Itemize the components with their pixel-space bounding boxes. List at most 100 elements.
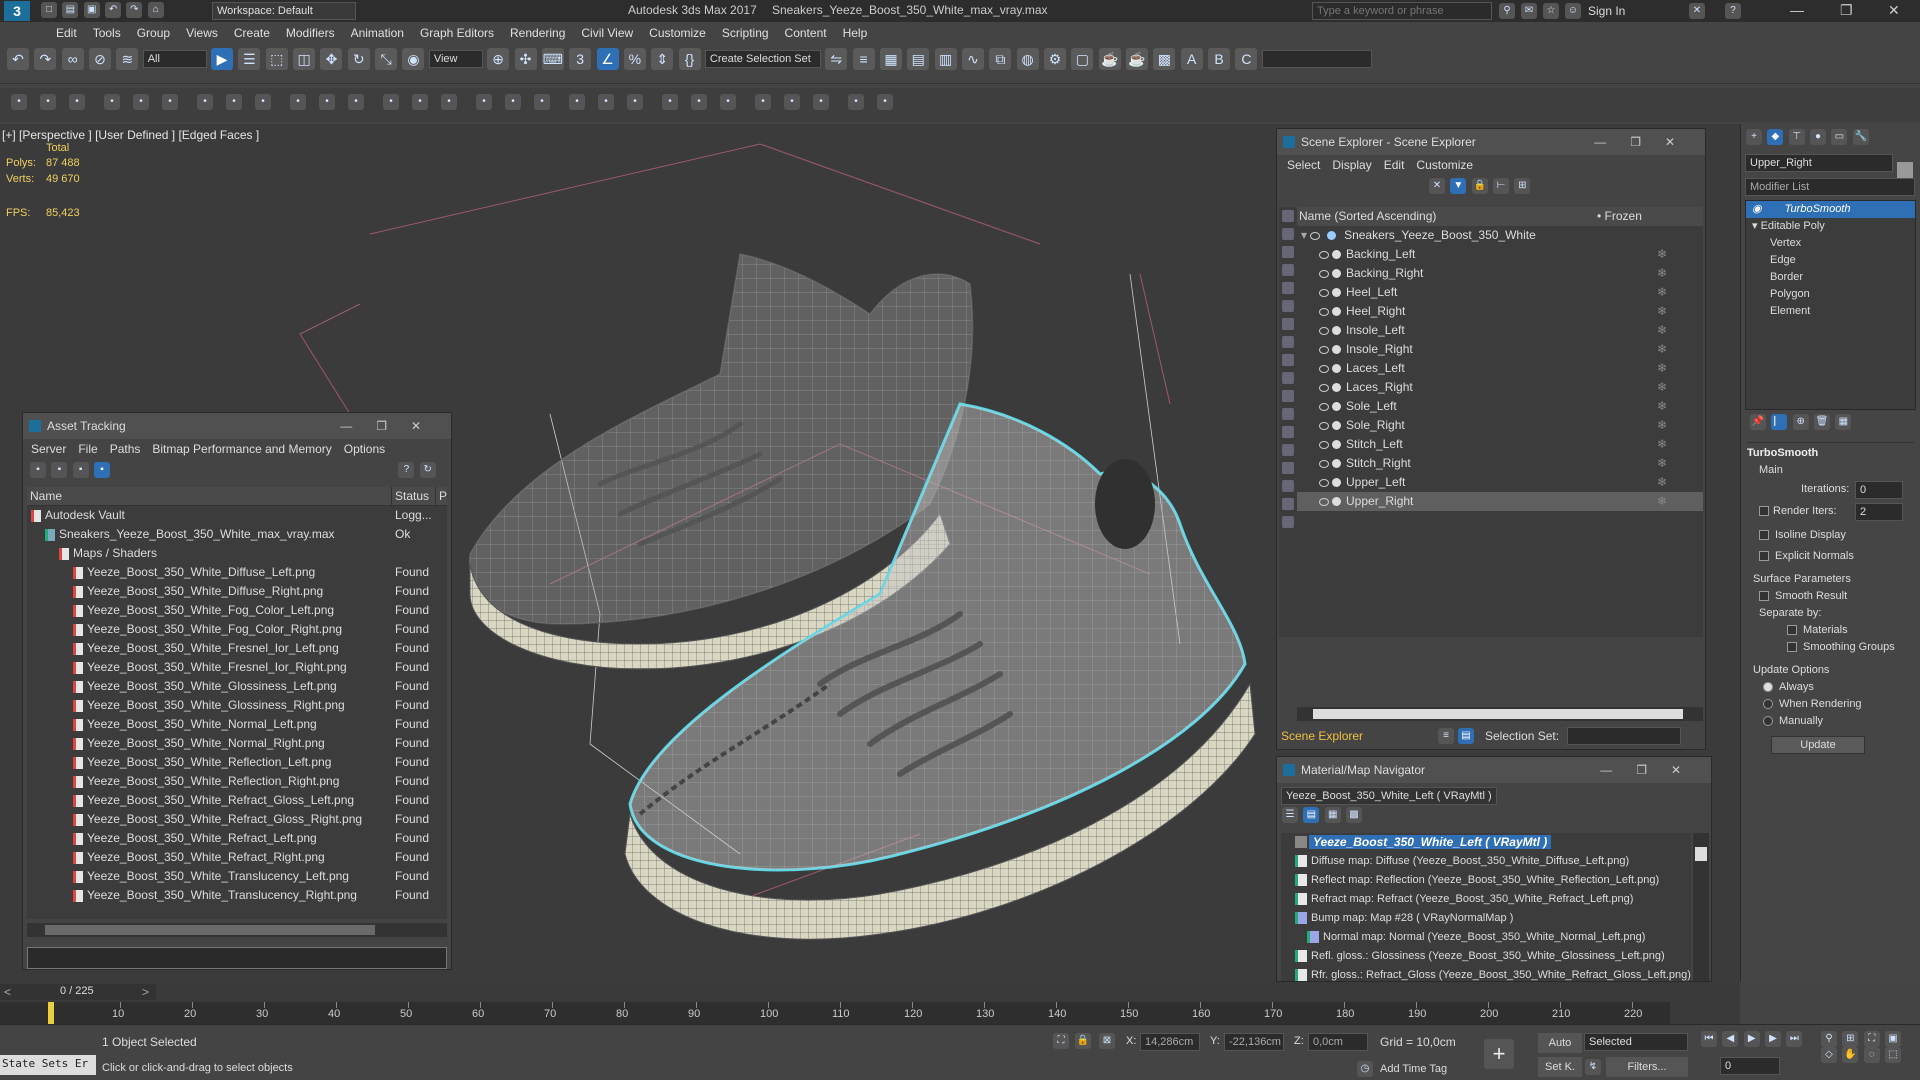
- project-folder-icon[interactable]: ⌂: [147, 2, 164, 18]
- menu-edit[interactable]: Edit: [48, 22, 85, 44]
- bind-space-warp-icon[interactable]: ≋: [116, 48, 139, 70]
- material-root-row[interactable]: Yeeze_Boost_350_White_Left ( VRayMtl ): [1281, 833, 1691, 852]
- update-button[interactable]: Update: [1771, 736, 1865, 754]
- smoothing-groups-checkbox[interactable]: [1787, 642, 1797, 653]
- col-name-header[interactable]: Name: [30, 487, 62, 505]
- materials-checkbox[interactable]: [1787, 625, 1797, 636]
- asset-horizontal-scrollbar[interactable]: [27, 923, 447, 937]
- visibility-eye-icon[interactable]: [1319, 250, 1329, 259]
- new-file-icon[interactable]: □: [41, 2, 57, 18]
- asset-menu-options[interactable]: Options: [338, 439, 391, 459]
- frozen-toggle-icon[interactable]: ❄: [1657, 454, 1667, 473]
- vray-render-icon[interactable]: B: [1208, 48, 1231, 70]
- material-map-row[interactable]: Reflect map: Reflection (Yeeze_Boost_350…: [1281, 871, 1691, 890]
- material-editor-icon[interactable]: ◍: [1016, 48, 1039, 70]
- align-icon[interactable]: ≡: [852, 48, 875, 70]
- isolate-selection-icon[interactable]: ⛶: [1053, 1033, 1069, 1049]
- vray-help-icon[interactable]: •: [877, 94, 893, 110]
- motion-tab-icon[interactable]: ●: [1810, 129, 1827, 145]
- asset-menu-paths[interactable]: Paths: [104, 439, 147, 459]
- x-coord-field[interactable]: 14,286cm: [1140, 1033, 1200, 1051]
- current-material-field[interactable]: Yeeze_Boost_350_White_Left ( VRayMtl ): [1281, 787, 1497, 805]
- layers-icon[interactable]: ≡: [1438, 728, 1454, 744]
- layer-manager-icon[interactable]: •: [40, 94, 56, 110]
- toggle-ribbon-icon[interactable]: ▥: [934, 48, 957, 70]
- vray-dome-icon[interactable]: •: [813, 94, 829, 110]
- isoline-checkbox[interactable]: [1759, 530, 1769, 541]
- scene-menu-edit[interactable]: Edit: [1378, 155, 1411, 175]
- close-window-icon[interactable]: ✕: [1888, 2, 1900, 19]
- box-icon[interactable]: •: [255, 94, 271, 110]
- col-frozen-header[interactable]: • Frozen: [1597, 207, 1642, 226]
- object-hierarchy-icon[interactable]: ▤: [1458, 728, 1474, 744]
- help-icon[interactable]: ?: [1725, 3, 1741, 19]
- cone-icon[interactable]: •: [348, 94, 364, 110]
- pan-icon[interactable]: ✋: [1842, 1047, 1859, 1063]
- user-icon[interactable]: ☺: [1565, 3, 1581, 19]
- visibility-eye-icon[interactable]: [1319, 364, 1329, 373]
- selection-filter-dropdown[interactable]: All: [142, 50, 207, 68]
- show-end-result-icon[interactable]: ⎸: [1771, 414, 1788, 430]
- app-logo-icon[interactable]: 3: [4, 1, 30, 21]
- mirror-icon[interactable]: ⇋: [825, 48, 848, 70]
- save-file-icon[interactable]: ▣: [83, 2, 100, 18]
- track-bar[interactable]: 10 20 30 40 50 60 70 80 90 100 110 120 130 140 150 160 1…: [0, 1002, 1670, 1024]
- field-of-view-icon[interactable]: ◇: [1821, 1047, 1837, 1063]
- modifier-on-off-icon[interactable]: ◉: [1752, 203, 1765, 215]
- time-tag-icon[interactable]: ◷: [1357, 1061, 1373, 1077]
- binoculars-icon[interactable]: ⚲: [1499, 3, 1515, 19]
- asset-row[interactable]: Yeeze_Boost_350_White_Glossiness_Left.pn…: [27, 677, 447, 696]
- view-large-icons-icon[interactable]: ▩: [1346, 807, 1363, 823]
- sync-selection-icon[interactable]: ⊞: [1514, 178, 1531, 194]
- maximize-viewport-icon[interactable]: ⬚: [1885, 1047, 1902, 1063]
- asset-scroll-thumb[interactable]: [45, 925, 375, 935]
- previous-frame-icon[interactable]: ◀: [1722, 1031, 1739, 1047]
- current-frame-marker[interactable]: [48, 1002, 54, 1024]
- menu-help[interactable]: Help: [835, 22, 876, 44]
- place-icon[interactable]: ◉: [402, 48, 425, 70]
- display-bones-icon[interactable]: [1282, 372, 1294, 384]
- sub-object-level[interactable]: Vertex: [1746, 235, 1915, 252]
- view-list-thumbs-icon[interactable]: ▤: [1303, 807, 1320, 823]
- redo-toolbar-icon[interactable]: ↷: [34, 48, 57, 70]
- vray-toolbar-icon[interactable]: C: [1235, 48, 1258, 70]
- minimize-window-icon[interactable]: —: [1790, 2, 1804, 18]
- spinner-snap-icon[interactable]: ⇕: [651, 48, 674, 70]
- curve-editor-icon[interactable]: ∿: [961, 48, 984, 70]
- scene-object-row[interactable]: Stitch_Right ❄: [1297, 454, 1703, 473]
- orbit-icon[interactable]: ◌: [1863, 1047, 1880, 1063]
- current-frame-field[interactable]: 0: [1720, 1057, 1780, 1075]
- asset-row[interactable]: Sneakers_Yeeze_Boost_350_White_max_vray.…: [27, 525, 447, 544]
- display-containers-icon[interactable]: [1282, 390, 1294, 402]
- sub-object-level[interactable]: Polygon: [1746, 286, 1915, 303]
- absolute-mode-icon[interactable]: ⊠: [1099, 1033, 1115, 1049]
- display-layers-icon[interactable]: [1282, 516, 1294, 528]
- display-cameras-icon[interactable]: [1282, 282, 1294, 294]
- sub-object-level[interactable]: Border: [1746, 269, 1915, 286]
- viewport-shading-label[interactable]: [User Defined ]: [95, 128, 175, 142]
- manually-radio[interactable]: [1763, 716, 1773, 727]
- viewport-edged-faces-label[interactable]: [Edged Faces ]: [178, 128, 259, 142]
- frozen-toggle-icon[interactable]: ❄: [1657, 492, 1667, 511]
- maxscript-listener[interactable]: State Sets Er: [0, 1055, 96, 1075]
- scene-explorer-titlebar[interactable]: Scene Explorer - Scene Explorer —❐✕: [1277, 129, 1705, 155]
- asset-row[interactable]: Yeeze_Boost_350_White_Fresnel_Ior_Left.p…: [27, 639, 447, 658]
- material-map-row[interactable]: Normal map: Normal (Yeeze_Boost_350_Whit…: [1281, 928, 1691, 947]
- asset-view-icon-1[interactable]: ▪: [30, 462, 46, 478]
- frozen-toggle-icon[interactable]: ❄: [1657, 245, 1667, 264]
- asset-view-icon-4[interactable]: ▪: [94, 462, 111, 478]
- rollout-title[interactable]: TurboSmooth: [1747, 442, 1914, 462]
- sign-in-link[interactable]: Sign In: [1588, 4, 1625, 18]
- light-icon[interactable]: •: [383, 94, 399, 110]
- asset-tracking-titlebar[interactable]: Asset Tracking —❐✕: [23, 413, 451, 439]
- render-setup-icon[interactable]: ⚙: [1044, 48, 1066, 70]
- display-xrefs-icon[interactable]: [1282, 354, 1294, 366]
- z-coord-field[interactable]: 0,0cm: [1308, 1033, 1368, 1051]
- visibility-eye-icon[interactable]: [1319, 326, 1329, 335]
- add-time-tag[interactable]: Add Time Tag: [1380, 1063, 1447, 1075]
- frozen-toggle-icon[interactable]: ❄: [1657, 264, 1667, 283]
- zoom-all-icon[interactable]: ⊞: [1842, 1031, 1859, 1047]
- key-mode-icon[interactable]: ↯: [1585, 1059, 1601, 1075]
- time-slider-prev-arrow[interactable]: <: [4, 985, 11, 999]
- selection-set-dropdown[interactable]: [1567, 727, 1681, 745]
